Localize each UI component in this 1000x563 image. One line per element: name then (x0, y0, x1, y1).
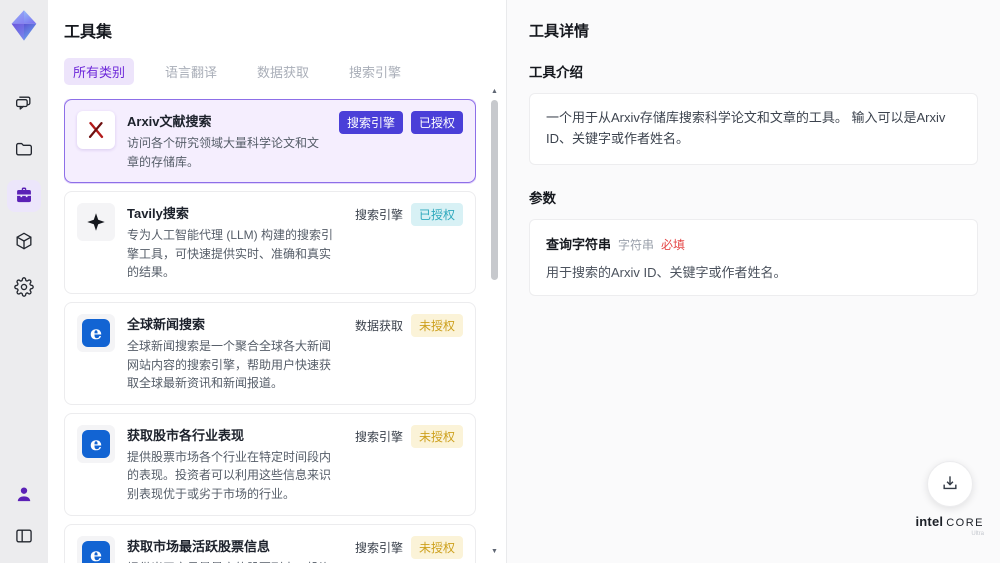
auth-status-badge: 未授权 (410, 313, 463, 337)
scrollbar[interactable]: ▲ ▼ (489, 88, 500, 556)
auth-status-badge: 已授权 (410, 111, 463, 134)
tool-description: 提供股票市场各个行业在特定时间段内的表现。投资者可以利用这些信息来识别表现优于或… (127, 449, 332, 501)
auth-status-badge: 已授权 (410, 203, 463, 227)
folder-icon (14, 139, 34, 162)
tool-name: Arxiv文献搜索 (127, 114, 212, 129)
tool-card[interactable]: Tavily搜索 专为人工智能代理 (LLM) 构建的搜索引擎工具，可快速提供实… (64, 191, 476, 294)
tab-所有类别[interactable]: 所有类别 (64, 58, 135, 85)
news-icon: e (77, 535, 115, 563)
sidebar-item-settings[interactable] (7, 272, 41, 304)
tool-description: 专为人工智能代理 (LLM) 构建的搜索引擎工具，可快速提供实时、准确和真实的结… (127, 228, 334, 280)
page-title: 工具集 (64, 24, 113, 41)
param-description: 用于搜索的Arxiv ID、关键字或作者姓名。 (546, 264, 787, 280)
panel-toggle-icon (14, 526, 34, 549)
tool-card[interactable]: e 获取市场最活跃股票信息 提供当天交易量最高的股票列表，投资者可以利用这些信息… (64, 523, 476, 563)
intro-box: 一个用于从Arxiv存储库搜索科学论文和文章的工具。 输入可以是Arxiv ID… (529, 93, 978, 165)
app-window: 工具集 所有类别 语言翻译 数据获取 搜索引擎 Arxiv文献搜索 访问各个研究领域大… (0, 0, 1000, 563)
sidebar (0, 0, 48, 563)
sidebar-item-user[interactable] (7, 479, 41, 511)
scrollbar-thumb[interactable] (491, 100, 498, 280)
category-tabs: 所有类别 语言翻译 数据获取 搜索引擎 (64, 58, 506, 85)
param-type: 字符串 (618, 237, 655, 252)
sidebar-item-package[interactable] (7, 226, 41, 258)
package-icon (14, 231, 34, 254)
sidebar-item-toolbox[interactable] (7, 180, 41, 212)
sidebar-item-chat[interactable] (7, 88, 41, 120)
category-tag: 搜索引擎 (354, 429, 403, 444)
toolbox-icon (14, 185, 34, 208)
detail-title: 工具详情 (529, 23, 590, 40)
tool-description: 提供当天交易量最高的股票列表，投资者可以利用这些信息来识别流动性强的股票和潜在的… (127, 559, 343, 563)
intel-core-sub: Ultra (971, 531, 984, 537)
intro-text: 一个用于从Arxiv存储库搜索科学论文和文章的工具。 输入可以是Arxiv ID… (546, 110, 946, 146)
tool-card[interactable]: Arxiv文献搜索 访问各个研究领域大量科学论文和文章的存储库。 搜索引擎 已授… (64, 99, 476, 184)
sidebar-item-folder[interactable] (7, 134, 41, 166)
sidebar-bottom (7, 479, 41, 553)
tool-name: 获取股市各行业表现 (127, 427, 245, 443)
tool-card[interactable]: e 获取股市各行业表现 提供股票市场各个行业在特定时间段内的表现。投资者可以利用… (64, 412, 476, 516)
tool-list: Arxiv文献搜索 访问各个研究领域大量科学论文和文章的存储库。 搜索引擎 已授… (64, 99, 476, 563)
tool-name: 获取市场最活跃股票信息 (127, 538, 271, 554)
tool-card[interactable]: e 全球新闻搜索 全球新闻搜索是一个聚合全球各大新闻网站内容的搜索引擎，帮助用户… (64, 301, 476, 405)
category-tag: 数据获取 (354, 318, 403, 333)
download-button[interactable] (926, 461, 973, 507)
tool-name: 全球新闻搜索 (127, 316, 206, 332)
tab-语言翻译[interactable]: 语言翻译 (156, 58, 226, 85)
news-icon: e (77, 313, 115, 352)
chat-icon (14, 93, 34, 116)
intel-core-logo: intel CORE Ultra (915, 514, 984, 537)
user-icon (14, 484, 34, 507)
scroll-up-icon[interactable]: ▲ (489, 88, 500, 96)
tool-description: 访问各个研究领域大量科学论文和文章的存储库。 (127, 136, 320, 169)
category-tag: 搜索引擎 (354, 208, 403, 223)
auth-status-badge: 未授权 (410, 424, 463, 448)
auth-status-badge: 未授权 (410, 535, 463, 559)
category-tag: 搜索引擎 (354, 540, 403, 555)
app-logo[interactable] (6, 8, 42, 44)
arxiv-icon (77, 111, 115, 149)
intro-heading: 工具介绍 (529, 65, 583, 80)
param-name: 查询字符串 (546, 236, 612, 252)
corner-widgets: intel CORE Ultra (915, 461, 984, 537)
tool-name: Tavily搜索 (127, 206, 189, 222)
download-icon (940, 473, 960, 496)
tool-description: 全球新闻搜索是一个聚合全球各大新闻网站内容的搜索引擎，帮助用户快速获取全球最新资… (127, 338, 332, 391)
tool-list-pane: 工具集 所有类别 语言翻译 数据获取 搜索引擎 Arxiv文献搜索 访问各个研究领域大… (48, 0, 506, 563)
tavily-icon (77, 203, 115, 242)
tab-搜索引擎[interactable]: 搜索引擎 (340, 58, 410, 85)
scroll-down-icon[interactable]: ▼ (489, 548, 500, 556)
params-heading: 参数 (529, 190, 556, 206)
sidebar-item-panel-toggle[interactable] (7, 521, 41, 553)
params-box: 查询字符串 字符串 必填用于搜索的Arxiv ID、关键字或作者姓名。 (529, 218, 978, 296)
parameter-row: 查询字符串 字符串 必填用于搜索的Arxiv ID、关键字或作者姓名。 (546, 234, 961, 281)
settings-icon (14, 276, 34, 300)
news-icon: e (77, 424, 115, 463)
param-required-badge: 必填 (661, 237, 686, 252)
tab-数据获取[interactable]: 数据获取 (248, 58, 318, 85)
sidebar-nav (7, 88, 41, 304)
category-tag: 搜索引擎 (338, 111, 403, 134)
